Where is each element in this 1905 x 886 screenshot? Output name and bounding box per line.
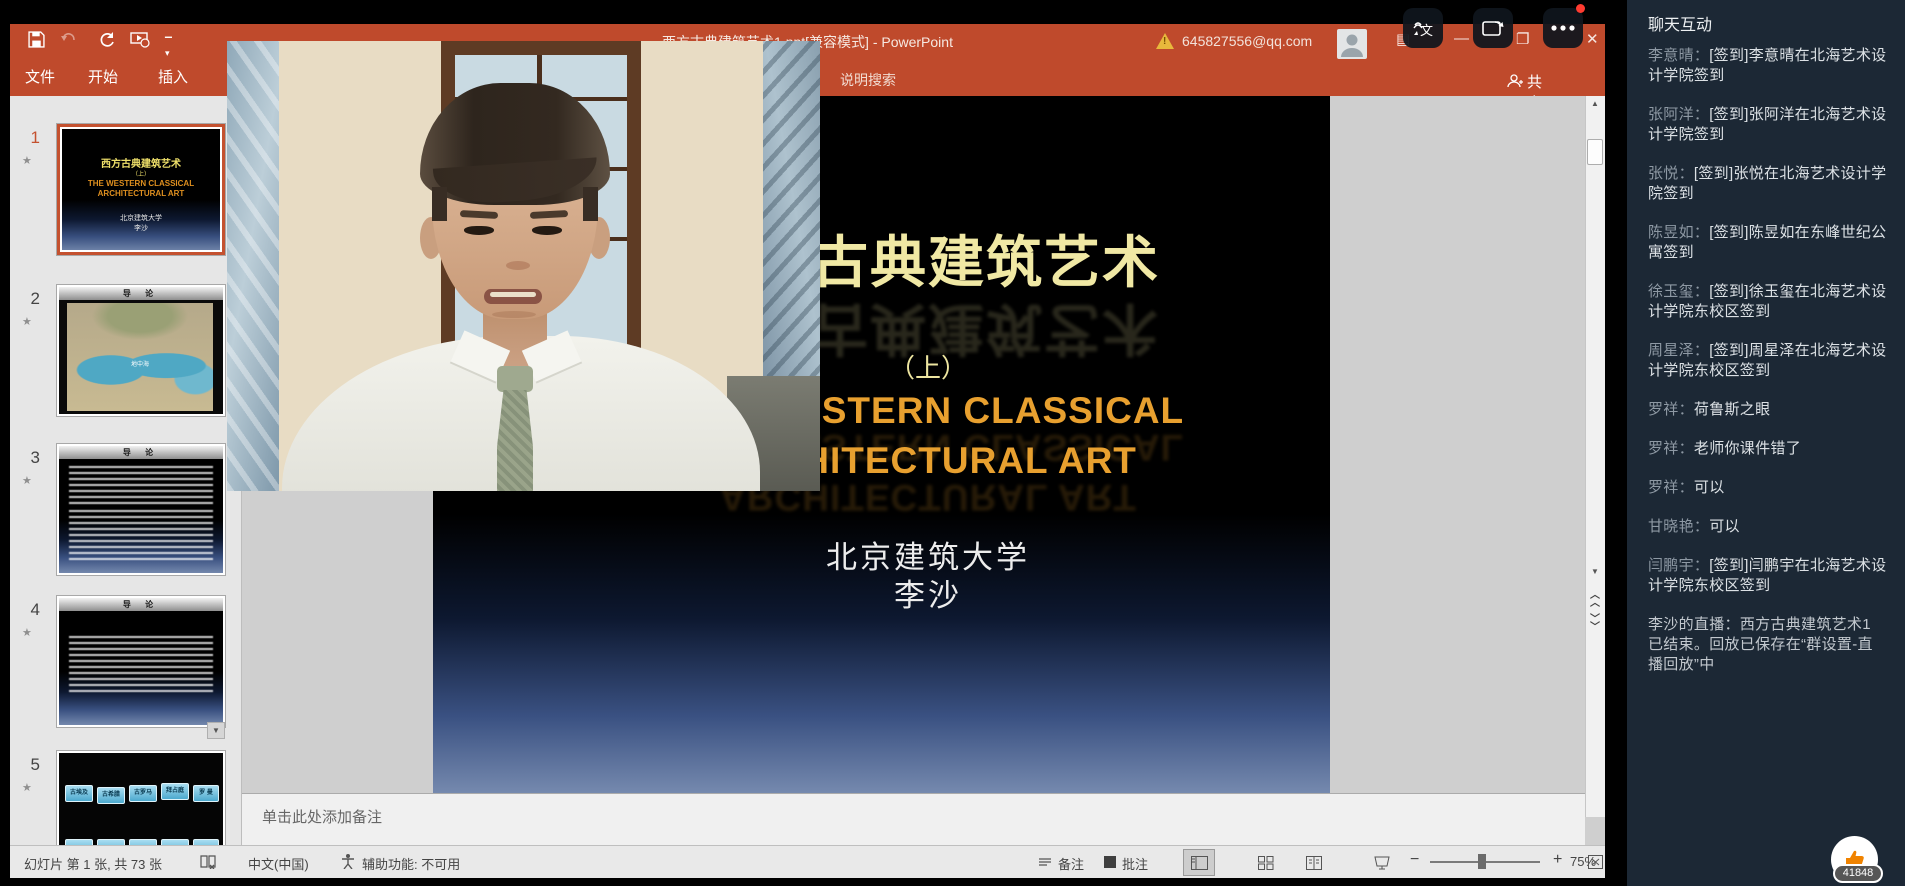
reading-view-button[interactable]: [1298, 849, 1330, 876]
comments-toggle[interactable]: 批注: [1122, 854, 1148, 873]
warning-icon: !: [1156, 33, 1174, 49]
animation-star-icon: ★: [22, 154, 32, 167]
comments-icon: [1104, 856, 1116, 868]
scroll-up-icon[interactable]: ▲: [1585, 96, 1605, 113]
chat-message: 周星泽：[签到]周星泽在北海艺术设计学院东校区签到: [1648, 341, 1888, 381]
tab-file[interactable]: 文件: [25, 66, 55, 87]
thumb2-header: 导 论: [59, 287, 223, 300]
notes-toggle-icon: [1038, 855, 1052, 869]
slideshow-view-button[interactable]: [1366, 849, 1398, 876]
thumb-number: 1: [18, 128, 40, 148]
thumb3-text-block: [69, 510, 213, 562]
more-options-button[interactable]: [1543, 8, 1583, 48]
animation-star-icon: ★: [22, 626, 32, 639]
thumb5-button: 古罗马: [129, 785, 157, 802]
tab-home[interactable]: 开始: [88, 66, 118, 87]
chat-message: 闫鹏宇：[签到]闫鹏宇在北海艺术设计学院东校区签到: [1648, 556, 1888, 596]
language-indicator[interactable]: 中文(中国): [248, 854, 309, 873]
tie: [497, 366, 533, 392]
slide-thumbnail-3[interactable]: 导 论: [57, 444, 225, 575]
thumb4-text-block: [69, 636, 213, 692]
thumb3-text-block: [69, 466, 213, 506]
chat-message-list[interactable]: 李意晴：[签到]李意晴在北海艺术设计学院签到 张阿洋：[签到]张阿洋在北海艺术设…: [1648, 46, 1888, 694]
status-bar: 幻灯片 第 1 张, 共 73 张 中文(中国) 辅助功能: 不可用 备注 批注: [10, 845, 1605, 878]
slide-thumbnail-panel: 1 ★ 西方古典建筑艺术 （上） THE WESTERN CLASSICAL A…: [10, 96, 242, 869]
thumb5-button: 罗 曼: [193, 785, 219, 802]
notes-placeholder: 单击此处添加备注: [262, 806, 382, 827]
vertical-scrollbar[interactable]: [1585, 96, 1605, 817]
slide-thumbnail-1[interactable]: 西方古典建筑艺术 （上） THE WESTERN CLASSICAL ARCHI…: [57, 124, 225, 255]
translate-voice-button[interactable]: 文: [1403, 8, 1443, 48]
webcam-video: [227, 41, 820, 491]
minimize-button[interactable]: —: [1454, 30, 1469, 47]
thumb1-sub: （上）: [60, 169, 222, 178]
fit-to-window-icon[interactable]: [1588, 855, 1603, 869]
thumb-number: 4: [18, 600, 40, 620]
slide-sorter-view-button[interactable]: [1250, 849, 1282, 876]
animation-star-icon: ★: [22, 781, 32, 794]
chat-message: 陈昱如：[签到]陈昱如在东峰世纪公寓签到: [1648, 223, 1888, 263]
chat-panel: 聊天互动 李意晴：[签到]李意晴在北海艺术设计学院签到 张阿洋：[签到]张阿洋在…: [1627, 0, 1905, 886]
chat-message: 罗祥：可以: [1648, 478, 1888, 498]
thumbnail-scroll-down-button[interactable]: ▼: [207, 722, 225, 739]
map-label: 地中海: [67, 359, 213, 368]
thumb5-button: 拜占庭: [161, 783, 189, 800]
slide-counter: 幻灯片 第 1 张, 共 73 张: [24, 854, 162, 873]
tab-insert[interactable]: 插入: [158, 66, 188, 87]
chat-message: 甘晓艳：可以: [1648, 517, 1888, 537]
spellcheck-icon[interactable]: [200, 853, 216, 869]
desktop: ▔▾ 西方古典建筑艺术1.ppt[兼容模式] - PowerPoint ! 64…: [0, 0, 1905, 886]
chat-message: 罗祥：老师你课件错了: [1648, 439, 1888, 459]
chat-message: 张阿洋：[签到]张阿洋在北海艺术设计学院签到: [1648, 105, 1888, 145]
thumb1-en1: THE WESTERN CLASSICAL: [60, 179, 222, 188]
accessibility-status[interactable]: 辅助功能: 不可用: [362, 854, 460, 873]
previous-slide-button[interactable]: ︿︿: [1588, 592, 1602, 608]
normal-view-button[interactable]: [1183, 849, 1215, 876]
notes-toggle[interactable]: 备注: [1058, 854, 1084, 873]
thumb1-author: 李沙: [60, 223, 222, 233]
thumb-number: 2: [18, 289, 40, 309]
like-count-badge: 41848: [1833, 864, 1883, 883]
chat-system-message: 李沙的直播：西方古典建筑艺术1 已结束。回放已保存在“群设置-直播回放”中: [1648, 615, 1888, 675]
account-email[interactable]: 645827556@qq.com: [1182, 33, 1312, 49]
next-slide-button[interactable]: ﹀﹀: [1588, 616, 1602, 632]
share-person-icon: [1507, 73, 1523, 89]
avatar[interactable]: [1337, 29, 1367, 59]
chat-message: 李意晴：[签到]李意晴在北海艺术设计学院签到: [1648, 46, 1888, 86]
thumb3-header: 导 论: [59, 446, 223, 459]
notification-dot: [1576, 4, 1585, 13]
zoom-out-button[interactable]: −: [1410, 851, 1419, 869]
presenter-face: [420, 89, 610, 329]
thumb5-button: 古埃及: [65, 785, 93, 802]
tell-me-search[interactable]: 说明搜索: [840, 70, 896, 90]
scroll-down-icon[interactable]: ▼: [1585, 564, 1605, 581]
scrollbar-thumb[interactable]: [1587, 139, 1603, 165]
slide-author: 李沙: [528, 570, 1328, 615]
thumb1-org: 北京建筑大学: [60, 213, 222, 223]
accessibility-icon[interactable]: [340, 853, 356, 869]
zoom-slider-thumb[interactable]: [1478, 854, 1486, 869]
thumb1-title: 西方古典建筑艺术: [60, 155, 222, 170]
animation-star-icon: ★: [22, 474, 32, 487]
background-glass-left: [227, 41, 279, 491]
slide-thumbnail-4[interactable]: 导 论: [57, 596, 225, 727]
restore-button[interactable]: ❐: [1516, 30, 1529, 48]
chat-message: 罗祥：荷鲁斯之眼: [1648, 400, 1888, 420]
chat-message: 张悦：[签到]张悦在北海艺术设计学院签到: [1648, 164, 1888, 204]
thumb5-button: 古希腊: [97, 787, 125, 804]
thumb-number: 3: [18, 448, 40, 468]
slide-thumbnail-2[interactable]: 导 论 地中海: [57, 285, 225, 416]
thumb-number: 5: [18, 755, 40, 775]
thumb1-en2: ARCHITECTURAL ART: [60, 189, 222, 198]
animation-star-icon: ★: [22, 315, 32, 328]
close-button[interactable]: ✕: [1586, 30, 1599, 48]
svg-text:文: 文: [1420, 23, 1433, 38]
map-image: 地中海: [67, 303, 213, 411]
chat-message: 徐玉玺：[签到]徐玉玺在北海艺术设计学院东校区签到: [1648, 282, 1888, 322]
notes-pane[interactable]: 单击此处添加备注: [242, 793, 1585, 845]
zoom-in-button[interactable]: +: [1553, 851, 1562, 869]
thumb4-header: 导 论: [59, 598, 223, 611]
chat-panel-title: 聊天互动: [1648, 11, 1712, 35]
switch-screen-button[interactable]: [1473, 8, 1513, 48]
